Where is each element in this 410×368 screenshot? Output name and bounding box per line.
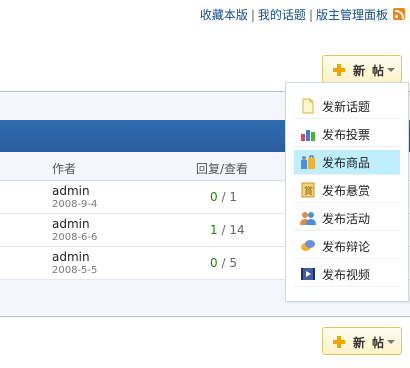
reply-view-count: 0 / 5 xyxy=(210,256,237,270)
moderator-panel-link[interactable]: 版主管理面板 xyxy=(316,8,388,22)
video-icon xyxy=(301,268,315,280)
separator: | xyxy=(250,8,255,22)
new-post-label: 新帖 xyxy=(353,64,392,78)
author-link[interactable]: admin xyxy=(52,184,90,198)
goods-icon xyxy=(301,155,315,169)
debate-icon xyxy=(301,240,315,251)
post-date: 2008-5-5 xyxy=(52,265,98,276)
menu-item-goods[interactable]: 发布商品 xyxy=(294,150,400,175)
author-link[interactable]: admin xyxy=(52,217,90,231)
post-date: 2008-6-6 xyxy=(52,232,98,243)
author-link[interactable]: admin xyxy=(52,250,90,264)
chevron-down-icon xyxy=(387,68,395,72)
favorites-link[interactable]: 收藏本版 xyxy=(200,8,248,22)
my-topics-link[interactable]: 我的话题 xyxy=(258,8,306,22)
replies-views-column-header: 回复/查看 xyxy=(196,162,249,176)
menu-item-reward[interactable]: 賞 发布悬赏 xyxy=(294,178,400,203)
post-date: 2008-9-4 xyxy=(52,199,98,210)
new-post-dropdown-menu: 发新话题 发布投票 发布商品 賞 发布悬赏 发布活动 发布辩论 发布视频 xyxy=(285,82,409,302)
activity-icon xyxy=(300,212,316,225)
separator: | xyxy=(308,8,313,22)
new-post-button-bottom[interactable]: 新帖 xyxy=(322,327,402,355)
menu-item-label: 发布商品 xyxy=(322,156,371,170)
rss-icon[interactable] xyxy=(393,8,405,20)
menu-item-poll[interactable]: 发布投票 xyxy=(294,122,400,147)
menu-item-new-topic[interactable]: 发新话题 xyxy=(294,94,400,119)
plus-icon xyxy=(333,64,345,76)
reward-icon: 賞 xyxy=(301,182,315,198)
svg-text:賞: 賞 xyxy=(304,185,313,197)
menu-item-debate[interactable]: 发布辩论 xyxy=(294,234,400,259)
chevron-down-icon xyxy=(387,340,395,344)
menu-item-video[interactable]: 发布视频 xyxy=(294,262,400,287)
view-count: 14 xyxy=(229,223,245,237)
menu-item-label: 发布投票 xyxy=(322,128,371,142)
plus-icon xyxy=(333,336,345,348)
poll-icon xyxy=(301,130,315,141)
menu-item-activity[interactable]: 发布活动 xyxy=(294,206,400,231)
menu-item-label: 发布辩论 xyxy=(322,240,371,254)
view-count: 5 xyxy=(229,256,237,270)
new-post-label: 新帖 xyxy=(353,336,392,350)
new-post-button[interactable]: 新帖 xyxy=(322,55,402,83)
reply-view-count: 1 / 14 xyxy=(210,223,245,237)
reply-count: 0 xyxy=(210,190,218,204)
reply-view-count: 0 / 1 xyxy=(210,190,237,204)
top-links: 收藏本版 | 我的话题 | 版主管理面板 xyxy=(200,6,388,23)
view-count: 1 xyxy=(229,190,237,204)
reply-count: 0 xyxy=(210,256,218,270)
menu-item-label: 发布活动 xyxy=(322,212,371,226)
menu-item-label: 发新话题 xyxy=(322,100,371,114)
new-topic-icon xyxy=(302,98,314,114)
reply-count: 1 xyxy=(210,223,218,237)
divider xyxy=(0,316,410,317)
menu-item-label: 发布视频 xyxy=(322,268,371,282)
menu-item-label: 发布悬赏 xyxy=(322,184,371,198)
author-column-header: 作者 xyxy=(52,162,77,176)
